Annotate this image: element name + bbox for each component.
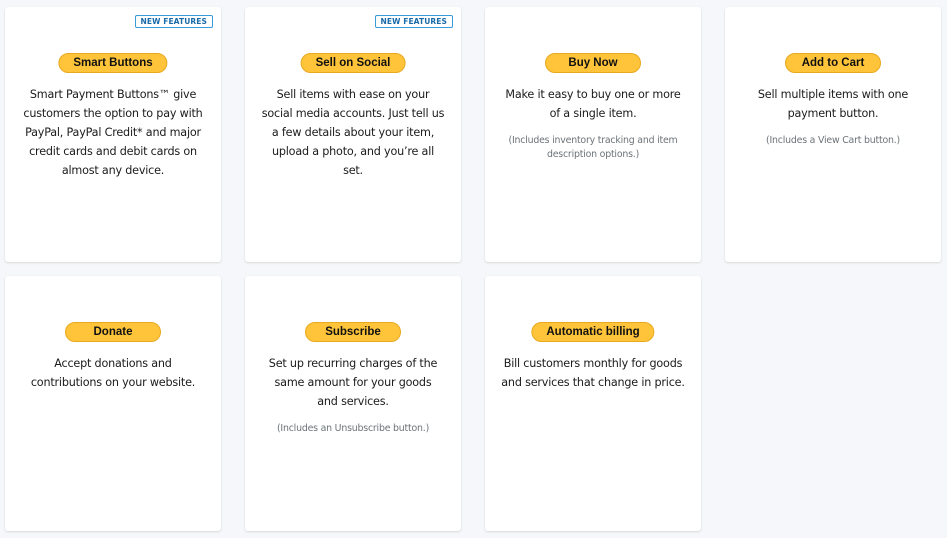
description-text: Accept donations and contributions on yo… — [30, 357, 196, 389]
description-text: Sell multiple items with one payment but… — [757, 88, 909, 120]
button-type-card-smart-buttons[interactable]: NEW FEATURES Smart Buttons Smart Payment… — [5, 7, 221, 262]
buy-now-button[interactable]: Buy Now — [545, 53, 641, 73]
card-note: (Includes inventory tracking and item de… — [508, 135, 678, 160]
description-text: Set up recurring charges of the same amo… — [268, 357, 438, 408]
card-description: Smart Payment Buttons™ give customers th… — [23, 85, 203, 180]
card-description: Bill customers monthly for goods and ser… — [499, 354, 687, 392]
card-note: (Includes a View Cart button.) — [766, 135, 900, 146]
donate-button[interactable]: Donate — [65, 322, 161, 342]
new-features-badge: NEW FEATURES — [374, 15, 453, 28]
description-text: Smart Payment Buttons™ give customers th… — [23, 88, 203, 177]
button-type-card-automatic-billing[interactable]: Automatic billing Bill customers monthly… — [485, 276, 701, 531]
card-description: Set up recurring charges of the same amo… — [263, 354, 443, 436]
sell-on-social-button[interactable]: Sell on Social — [300, 53, 406, 73]
smart-buttons-button[interactable]: Smart Buttons — [58, 53, 168, 73]
button-type-card-donate[interactable]: Donate Accept donations and contribution… — [5, 276, 221, 531]
button-type-card-buy-now[interactable]: Buy Now Make it easy to buy one or more … — [485, 7, 701, 262]
add-to-cart-button[interactable]: Add to Cart — [785, 53, 881, 73]
button-type-card-sell-on-social[interactable]: NEW FEATURES Sell on Social Sell items w… — [245, 7, 461, 262]
card-description: Sell multiple items with one payment but… — [743, 85, 923, 148]
card-description: Accept donations and contributions on yo… — [23, 354, 203, 392]
description-text: Bill customers monthly for goods and ser… — [501, 357, 685, 389]
button-type-card-add-to-cart[interactable]: Add to Cart Sell multiple items with one… — [725, 7, 941, 262]
description-text: Make it easy to buy one or more of a sin… — [505, 88, 681, 120]
description-text: Sell items with ease on your social medi… — [261, 88, 445, 177]
card-note: (Includes an Unsubscribe button.) — [276, 423, 430, 434]
button-type-card-subscribe[interactable]: Subscribe Set up recurring charges of th… — [245, 276, 461, 531]
card-description: Make it easy to buy one or more of a sin… — [499, 85, 687, 162]
automatic-billing-button[interactable]: Automatic billing — [531, 322, 655, 342]
card-description: Sell items with ease on your social medi… — [261, 85, 445, 180]
new-features-badge: NEW FEATURES — [134, 15, 213, 28]
subscribe-button[interactable]: Subscribe — [305, 322, 401, 342]
